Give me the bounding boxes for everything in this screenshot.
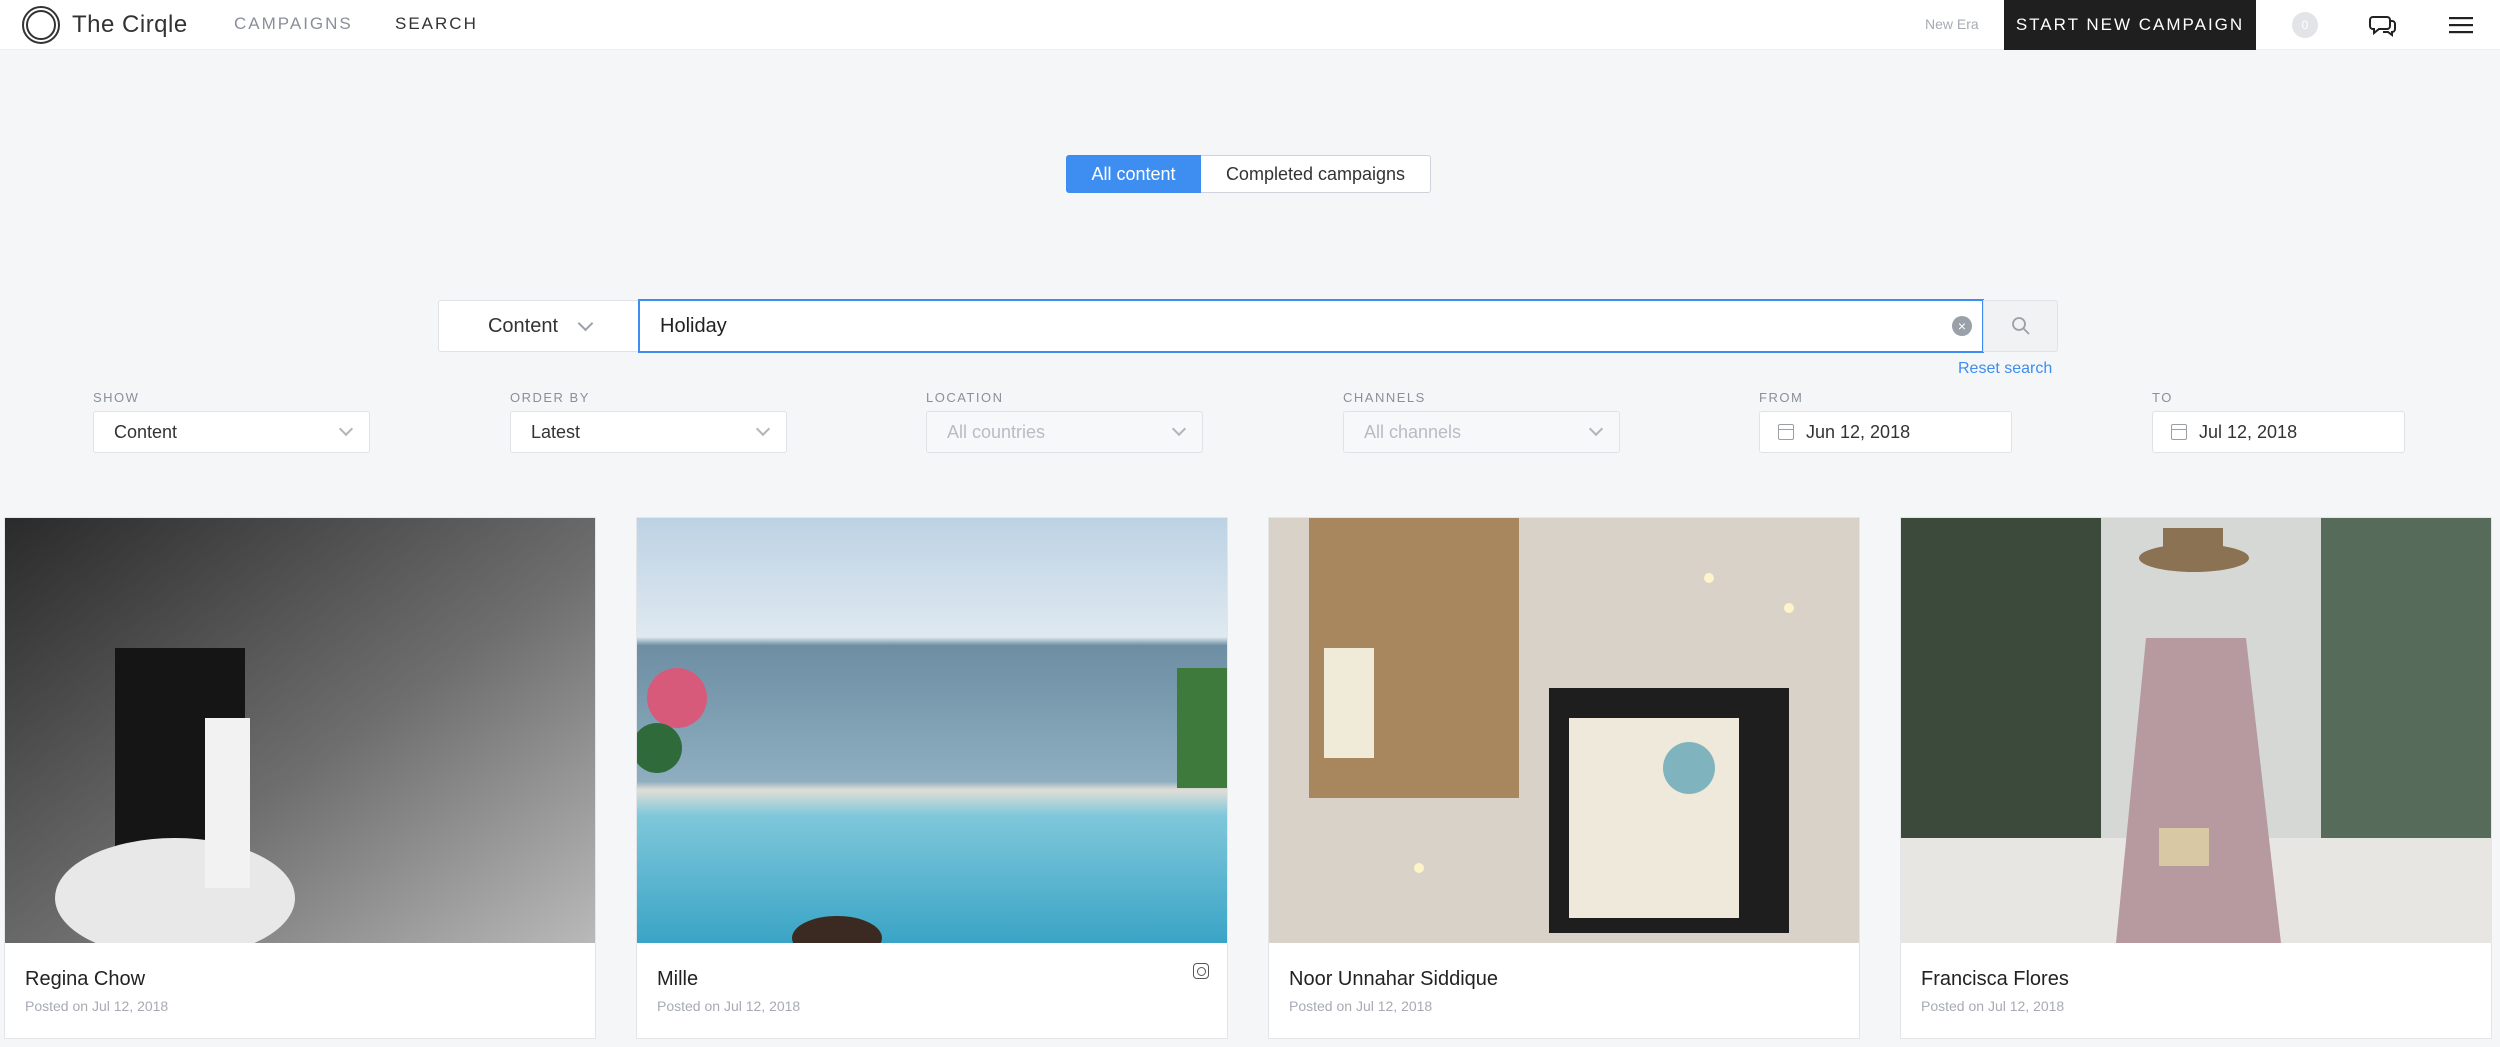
to-date-value: Jul 12, 2018 (2199, 421, 2298, 442)
chevron-down-icon (1171, 421, 1187, 437)
search-button[interactable] (1983, 300, 2058, 352)
nav-search[interactable]: SEARCH (395, 14, 478, 34)
start-new-campaign-button[interactable]: START NEW CAMPAIGN (2004, 0, 2256, 50)
from-date-value: Jun 12, 2018 (1806, 421, 1911, 442)
hamburger-menu-icon[interactable] (2447, 12, 2475, 38)
chevron-down-icon (338, 421, 354, 437)
brand-name[interactable]: New Era (1925, 16, 1979, 32)
top-navbar: The Cirqle CAMPAIGNS SEARCH New Era STAR… (0, 0, 2500, 50)
to-date-picker[interactable]: Jul 12, 2018 (2152, 411, 2405, 453)
cirqle-logo-icon (22, 6, 60, 44)
search-icon (2011, 317, 2030, 335)
chevron-down-icon (577, 315, 594, 331)
post-image (637, 518, 1227, 943)
notification-badge[interactable]: 0 (2292, 12, 2318, 38)
posted-date: Posted on Jul 12, 2018 (25, 998, 169, 1014)
instagram-icon (1193, 963, 1209, 979)
content-card[interactable]: Mille Posted on Jul 12, 2018 (636, 517, 1228, 1039)
chat-icon[interactable] (2369, 11, 2397, 39)
post-image (1901, 518, 2491, 943)
all-content-tab[interactable]: All content (1066, 155, 1201, 193)
nav-campaigns[interactable]: CAMPAIGNS (234, 14, 353, 34)
show-filter-value: Content (114, 421, 178, 442)
show-filter-label: SHOW (93, 390, 140, 405)
search-type-select[interactable]: Content (438, 300, 640, 352)
chevron-down-icon (1588, 421, 1604, 437)
to-date-label: TO (2152, 390, 2173, 405)
posted-date: Posted on Jul 12, 2018 (1289, 998, 1433, 1014)
reset-search-link[interactable]: Reset search (1958, 360, 2052, 378)
content-card[interactable]: Francisca Flores Posted on Jul 12, 2018 (1900, 517, 2492, 1039)
posted-date: Posted on Jul 12, 2018 (657, 998, 801, 1014)
calendar-icon (1778, 424, 1794, 440)
search-input[interactable] (640, 301, 1982, 351)
post-image (5, 518, 595, 943)
clear-search-icon[interactable]: × (1952, 316, 1972, 336)
creator-name: Francisca Flores (1921, 968, 2069, 990)
order-by-label: ORDER BY (510, 390, 590, 405)
app-logo[interactable]: The Cirqle (22, 5, 188, 45)
from-date-label: FROM (1759, 390, 1804, 405)
post-image (1269, 518, 1859, 943)
location-label: LOCATION (926, 390, 1004, 405)
channels-label: CHANNELS (1343, 390, 1426, 405)
content-toggle: All content Completed campaigns (1066, 155, 1431, 193)
show-filter-select[interactable]: Content (93, 411, 370, 453)
channels-value: All channels (1364, 421, 1462, 442)
search-field: × (638, 299, 1984, 353)
calendar-icon (2171, 424, 2187, 440)
app-name: The Cirqle (72, 11, 188, 38)
search-type-value: Content (487, 314, 559, 337)
content-card[interactable]: Noor Unnahar Siddique Posted on Jul 12, … (1268, 517, 1860, 1039)
order-by-select[interactable]: Latest (510, 411, 787, 453)
completed-campaigns-tab[interactable]: Completed campaigns (1201, 155, 1431, 193)
creator-name: Noor Unnahar Siddique (1289, 968, 1499, 990)
channels-select[interactable]: All channels (1343, 411, 1620, 453)
creator-name: Regina Chow (25, 968, 146, 990)
content-card[interactable]: Regina Chow Posted on Jul 12, 2018 (4, 517, 596, 1039)
posted-date: Posted on Jul 12, 2018 (1921, 998, 2065, 1014)
location-select[interactable]: All countries (926, 411, 1203, 453)
location-value: All countries (947, 421, 1046, 442)
chevron-down-icon (755, 421, 771, 437)
from-date-picker[interactable]: Jun 12, 2018 (1759, 411, 2012, 453)
creator-name: Mille (657, 968, 699, 990)
order-by-value: Latest (531, 421, 581, 442)
